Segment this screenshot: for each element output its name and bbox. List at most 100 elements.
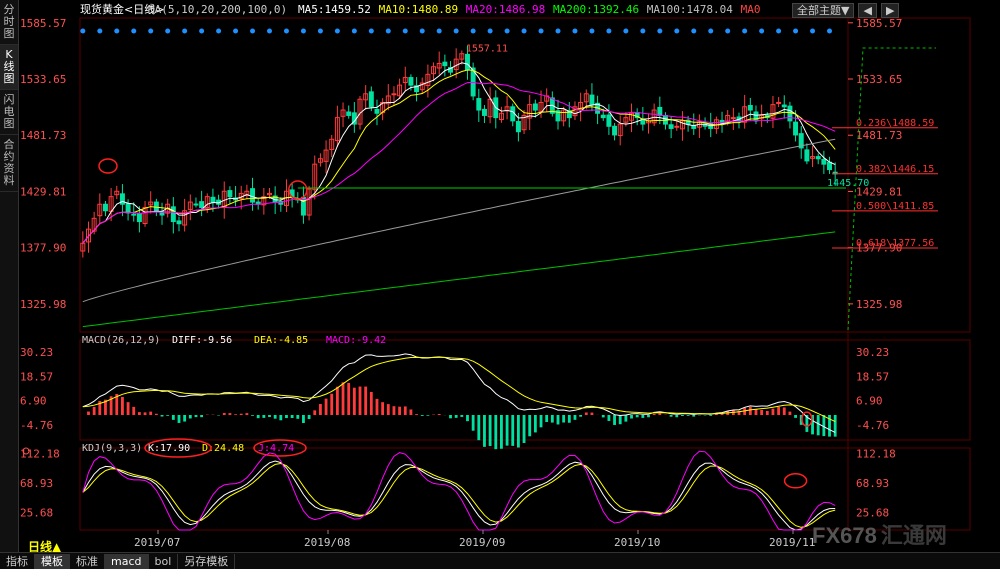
bottom-tab-4[interactable]: bol <box>149 553 179 569</box>
candle-down <box>532 103 538 111</box>
macd-dea-line <box>82 356 836 423</box>
ma-params: MA(5,10,20,200,100,0) <box>148 3 287 16</box>
signal-dot <box>521 28 527 34</box>
signal-dot <box>674 28 680 34</box>
candle-down <box>821 158 827 165</box>
kdj-tick-right-1: 68.93 <box>856 477 889 490</box>
ma200-line <box>82 231 836 328</box>
signal-dot <box>351 28 357 34</box>
macd-dea: DEA:-4.85 <box>254 335 308 346</box>
scroll-right-button[interactable]: ▶ <box>880 3 900 18</box>
candle-down <box>793 121 799 136</box>
bottom-tab-0[interactable]: 指标 <box>0 553 35 569</box>
main-panel-frame <box>79 17 971 333</box>
signal-dot <box>708 28 714 34</box>
scroll-left-button[interactable]: ◀ <box>858 3 877 18</box>
ma-value-1: MA10:1480.89 <box>379 3 458 16</box>
signal-dot <box>827 28 833 34</box>
sidebar: 分时图 K线图 闪电图 合约资料 <box>0 0 19 568</box>
candle-down <box>815 156 821 160</box>
macd-diff-line <box>82 353 836 433</box>
candle-down <box>368 91 374 108</box>
candle-down <box>481 108 487 116</box>
ma5-line <box>82 62 836 244</box>
bottom-tab-3[interactable]: macd <box>105 553 149 569</box>
signal-dot <box>589 28 595 34</box>
signal-dot <box>623 28 629 34</box>
signal-dot <box>810 28 816 34</box>
signal-dot <box>436 28 442 34</box>
price-tick-right-1: 1533.65 <box>856 73 902 86</box>
candle-up <box>776 101 782 104</box>
candle-down <box>668 124 674 129</box>
macd-tick-left-0: 30.23 <box>20 346 53 359</box>
sidebar-tab-0[interactable]: 分时图 <box>0 0 18 45</box>
bottom-tab-2[interactable]: 标准 <box>70 553 105 569</box>
theme-dropdown[interactable]: 全部主题▼ <box>792 3 855 18</box>
candle-down <box>804 149 810 162</box>
bottom-tab-1[interactable]: 模板 <box>35 553 70 569</box>
candle-down <box>408 77 414 86</box>
candle-down <box>102 203 108 212</box>
high-label: 1557.11 <box>466 44 508 55</box>
signal-dot <box>283 28 289 34</box>
kdj-title: KDJ(9,3,3) <box>82 443 142 454</box>
kdj-tick-left-1: 68.93 <box>20 477 53 490</box>
macd-tick-right-2: 6.90 <box>856 395 883 408</box>
fib-label-3: 0.618\1377.56 <box>856 238 934 249</box>
kdj-j-line <box>82 450 836 531</box>
signal-dot <box>317 28 323 34</box>
low-label: 1445.70 <box>827 178 869 189</box>
time-label-0: 2019/07 <box>134 536 180 549</box>
macd-tick-left-3: -4.76 <box>20 419 53 432</box>
candle-down <box>227 190 233 198</box>
candle-down <box>374 108 380 114</box>
price-tick-left-0: 1585.57 <box>20 17 66 30</box>
macd-value: MACD:-9.42 <box>326 335 386 346</box>
candle-down <box>125 203 131 214</box>
fib-label-0: 0.236\1488.59 <box>856 118 934 129</box>
signal-dot <box>334 28 340 34</box>
watermark-logo: FX678 汇通网 <box>812 518 947 550</box>
kdj-tick-right-0: 112.18 <box>856 447 896 460</box>
sidebar-tab-2[interactable]: 闪电图 <box>0 90 18 135</box>
candle-down <box>193 203 199 206</box>
candle-down <box>119 193 125 205</box>
price-tick-left-4: 1377.90 <box>20 242 66 255</box>
signal-dot <box>368 28 374 34</box>
macd-title: MACD(26,12,9) <box>82 335 160 346</box>
signal-dot <box>148 28 154 34</box>
highlight-circle <box>783 473 808 489</box>
candle-down <box>476 98 482 111</box>
macd-diff: DIFF:-9.56 <box>172 335 232 346</box>
price-tick-right-2: 1481.73 <box>856 129 902 142</box>
candle-down <box>612 125 618 136</box>
signal-dot <box>742 28 748 34</box>
time-label-3: 2019/10 <box>614 536 660 549</box>
signal-dot <box>470 28 476 34</box>
signal-dot <box>182 28 188 34</box>
price-tick-left-3: 1429.81 <box>20 185 66 198</box>
highlight-circle <box>98 158 118 174</box>
candle-down <box>153 201 159 212</box>
fib-label-1: 0.382\1446.15 <box>856 164 934 175</box>
bottom-toolbar: 指标 模板 标准 macd bol 另存模板 <box>0 552 1000 569</box>
signal-dot <box>216 28 222 34</box>
signal-dot <box>233 28 239 34</box>
signal-dot <box>640 28 646 34</box>
kdj-j: J:4.74 <box>258 443 294 454</box>
signal-dot <box>793 28 799 34</box>
ma-value-4: MA100:1478.04 <box>647 3 733 16</box>
signal-dot <box>385 28 391 34</box>
watermark-text-cn: 汇通网 <box>880 523 947 548</box>
sidebar-tab-1[interactable]: K线图 <box>0 45 18 90</box>
candle-down <box>442 61 448 67</box>
ma100-line <box>82 138 836 303</box>
kdj-tick-left-2: 25.68 <box>20 506 53 519</box>
signal-dot <box>555 28 561 34</box>
candle-down <box>136 213 142 223</box>
sidebar-tab-3[interactable]: 合约资料 <box>0 135 18 192</box>
price-tick-left-5: 1325.98 <box>20 298 66 311</box>
signal-dot <box>606 28 612 34</box>
bottom-tab-5[interactable]: 另存模板 <box>178 553 236 569</box>
